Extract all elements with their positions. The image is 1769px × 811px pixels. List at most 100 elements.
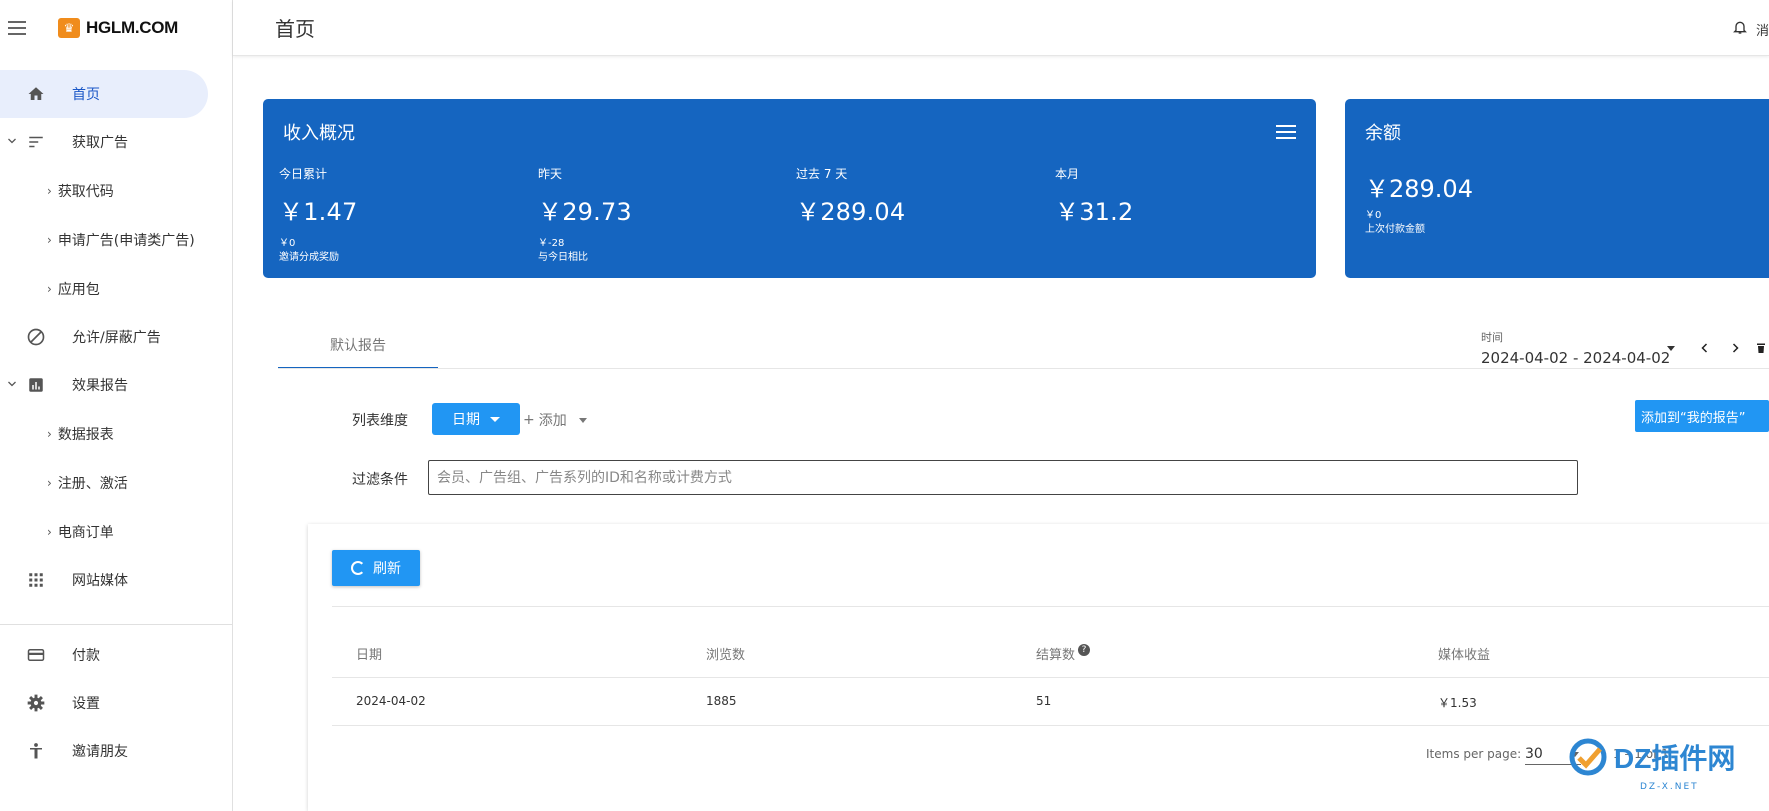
gear-icon [25,692,47,714]
sidebar-item-label: 付款 [72,648,100,664]
sidebar-item-settings[interactable]: 设置 [0,679,232,727]
sidebar-item-payment[interactable]: 付款 [0,631,232,679]
refresh-button[interactable]: 刷新 [332,550,420,586]
chevron-right-icon: › [47,475,52,490]
sidebar-item-label: 获取代码 [57,183,114,200]
cell-media-revenue: ￥1.53 [1438,696,1477,710]
chevron-right-icon[interactable] [1729,340,1741,359]
sidebar-subitem-app-package[interactable]: › 应用包 [0,264,232,313]
time-dropdown-caret-icon[interactable] [1667,346,1675,351]
logo[interactable]: ♛ HGLM.COM [58,18,178,38]
items-per-page-label: Items per page: [1426,747,1522,761]
time-label: 时间 [1481,331,1503,344]
crown-logo-icon: ♛ [58,18,80,38]
balance-value: ￥289.04 [1365,175,1473,203]
add-label: 添加 [538,413,567,429]
stat-sub-label: 与今日相比 [538,252,588,263]
stat-value: ￥289.04 [796,198,906,226]
notifications-label: 消 [1755,23,1769,39]
tab-default-report[interactable]: 默认报告 [278,323,438,369]
list-icon [25,131,47,153]
stat-last-7-days: 过去 7 天 ￥289.04 [796,165,905,227]
column-header-media-revenue[interactable]: 媒体收益 [1438,644,1490,663]
sidebar-item-label: 电商订单 [57,524,114,541]
plus-icon: + [523,412,535,428]
credit-card-icon [25,644,47,666]
sidebar-subitem-get-code[interactable]: › 获取代码 [0,166,232,215]
sidebar-subitem-apply-ads[interactable]: › 申请广告(申请类广告) [0,215,232,264]
card-menu-icon[interactable] [1276,125,1296,139]
sidebar-item-label: 数据报表 [57,426,114,443]
filter-condition-input[interactable] [428,460,1578,495]
last-payment-value: ￥0 [1365,210,1382,221]
column-header-label: 结算数 [1036,648,1076,663]
last-payment-label: 上次付款金额 [1365,224,1425,235]
page-title: 首页 [275,17,315,41]
sidebar-subitem-data-report[interactable]: › 数据报表 [0,409,232,458]
sidebar-item-label: 网站媒体 [72,573,128,589]
last-payment: ￥0 上次付款金额 [1365,209,1425,237]
sidebar-item-label: 效果报告 [72,378,128,394]
add-to-my-report-button[interactable]: 添加到“我的报告” [1635,400,1769,432]
chevron-right-icon: › [47,232,52,247]
stat-value: ￥1.47 [279,198,358,226]
column-header-settlements[interactable]: 结算数? [1036,644,1091,663]
sidebar-nav: 首页 获取广告 › 获取代码 › 申请广告(申请类广告) › 应用包 允许/屏蔽… [0,70,232,775]
help-icon[interactable]: ? [1078,644,1091,656]
sidebar-item-label: 注册、激活 [57,475,128,492]
cell-settlements: 51 [1036,694,1052,708]
stat-value: ￥31.2 [1055,198,1134,226]
chevron-down-icon [6,378,18,393]
sidebar-item-get-ads[interactable]: 获取广告 [0,118,232,166]
chevron-left-icon[interactable] [1699,340,1711,359]
chevron-down-icon [6,135,18,150]
column-header-date[interactable]: 日期 [356,644,382,663]
sidebar-item-allow-block-ads[interactable]: 允许/屏蔽广告 [0,313,232,361]
menu-icon[interactable] [8,21,26,35]
cell-date: 2024-04-02 [356,694,426,708]
sidebar-item-home[interactable]: 首页 [0,70,208,118]
stat-label: 过去 7 天 [796,167,848,181]
sidebar-subitem-ecommerce-orders[interactable]: › 电商订单 [0,507,232,556]
column-header-views[interactable]: 浏览数 [706,644,745,663]
chevron-right-icon: › [47,426,52,441]
sidebar-item-website-media[interactable]: 网站媒体 [0,556,232,604]
tab-divider [278,368,1769,369]
time-range-picker[interactable]: 时间 2024-04-02 - 2024-04-02 [1481,329,1670,367]
trash-icon[interactable] [1755,340,1767,360]
row-divider [332,677,1769,678]
stat-label: 昨天 [538,167,563,181]
sidebar-item-label: 邀请朋友 [72,744,128,760]
bell-icon[interactable] [1732,18,1748,40]
sidebar: ♛ HGLM.COM 首页 获取广告 › 获取代码 › 申请广告(申请类广告) … [0,0,233,811]
sidebar-item-label: 首页 [72,87,100,103]
refresh-label: 刷新 [373,561,401,577]
app-root: ♛ HGLM.COM 首页 获取广告 › 获取代码 › 申请广告(申请类广告) … [0,0,1769,811]
date-dimension-button[interactable]: 日期 [432,403,520,435]
stat-yesterday: 昨天 ￥29.73 ￥-28 与今日相比 [538,165,632,265]
sidebar-item-label: 允许/屏蔽广告 [72,330,161,346]
card-title: 余额 [1365,123,1401,144]
stat-this-month: 本月 ￥31.2 [1055,165,1133,227]
sidebar-subitem-registration[interactable]: › 注册、激活 [0,458,232,507]
add-dimension-button[interactable]: + 添加 [523,410,587,430]
home-icon [25,83,47,105]
sidebar-item-invite-friends[interactable]: 邀请朋友 [0,727,232,775]
watermark-subtext: DZ-X.NET [1640,782,1699,792]
stat-today: 今日累计 ￥1.47 ￥0 邀请分成奖励 [279,165,357,265]
date-button-label: 日期 [452,412,480,428]
row-divider [332,725,1769,726]
cell-views: 1885 [706,694,737,708]
chevron-right-icon: › [47,183,52,198]
sidebar-divider [0,624,232,625]
block-icon [25,326,47,348]
stat-label: 今日累计 [279,167,328,181]
top-bar: 首页 消 [233,0,1769,56]
caret-down-icon [490,416,500,422]
sidebar-item-performance-report[interactable]: 效果报告 [0,361,232,409]
chevron-right-icon: › [47,281,52,296]
sidebar-item-label: 应用包 [57,281,100,298]
condition-label: 过滤条件 [352,472,408,488]
balance-card: 余额 ￥289.04 ￥0 上次付款金额 [1345,99,1769,278]
notifications[interactable]: 消 [1732,18,1769,40]
